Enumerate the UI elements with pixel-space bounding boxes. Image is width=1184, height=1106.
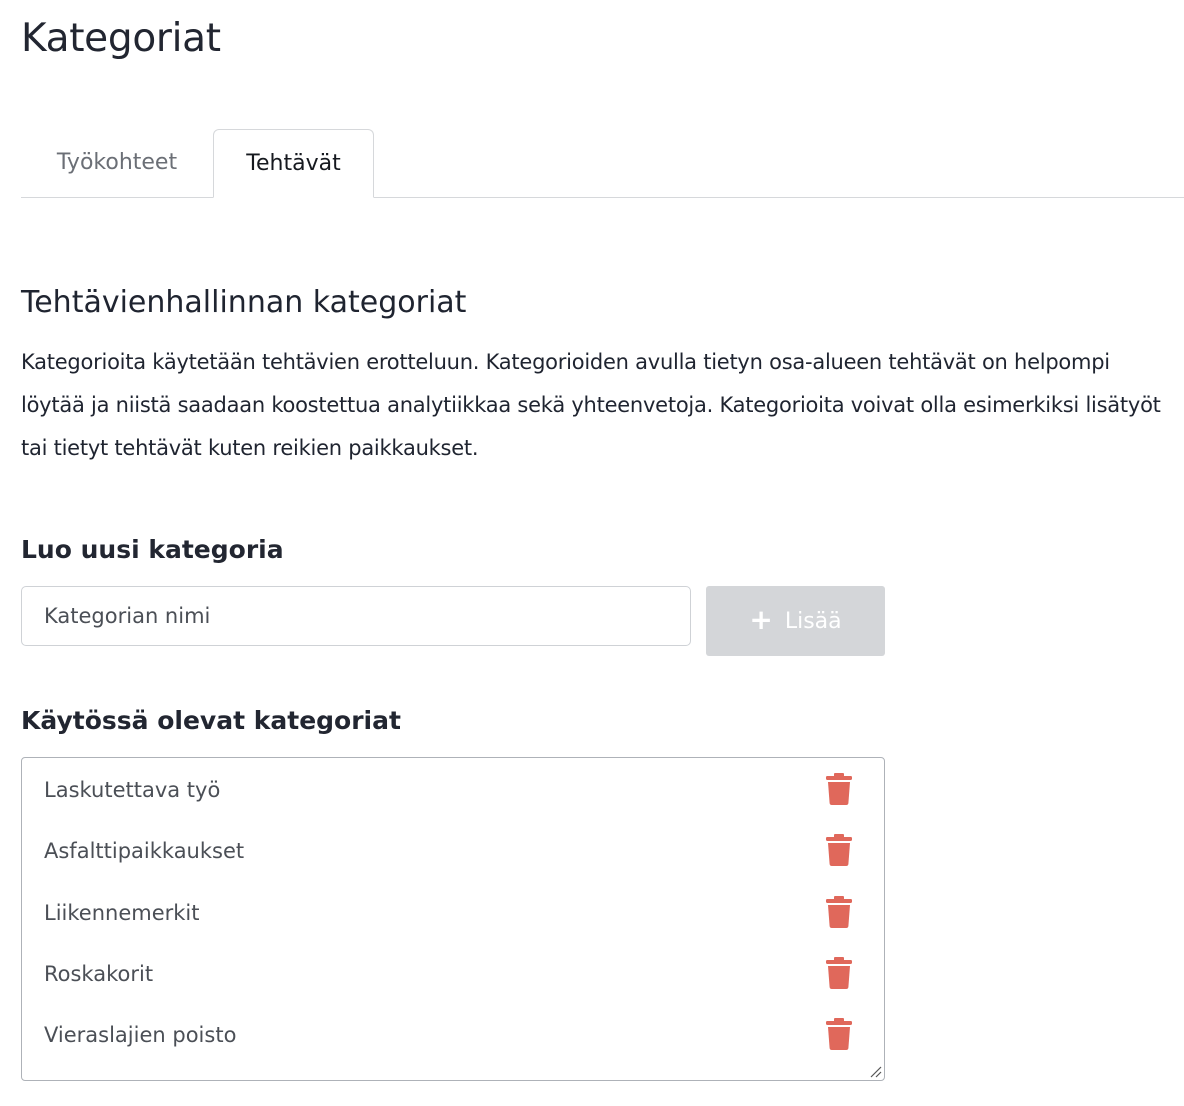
category-label: Laskutettava työ	[44, 778, 221, 802]
category-label: Roskakorit	[44, 961, 154, 986]
add-category-button[interactable]: + Lisää	[706, 586, 885, 656]
category-label: Liikennemerkit	[44, 900, 200, 925]
resize-handle-icon[interactable]	[868, 1064, 882, 1078]
section-title: Tehtävienhallinnan kategoriat	[21, 285, 467, 320]
category-label: Vieraslajien poisto	[44, 1023, 237, 1048]
category-list-item: Roskakorit	[22, 942, 884, 1003]
tab-tyokohteet[interactable]: Työkohteet	[21, 129, 213, 197]
category-name-input[interactable]	[21, 586, 691, 646]
category-list-item: Laskutettava työ	[22, 758, 884, 819]
trash-icon[interactable]	[824, 1018, 854, 1051]
category-label: Asfalttipaikkaukset	[44, 839, 245, 864]
page-title: Kategoriat	[21, 16, 221, 61]
add-button-label: Lisää	[784, 608, 842, 634]
tab-bar: Työkohteet Tehtävät	[21, 129, 1184, 198]
category-list-item: Vieraslajien poisto	[22, 1003, 884, 1064]
plus-icon: +	[749, 603, 773, 636]
section-description: Kategorioita käytetään tehtävien erottel…	[21, 350, 1161, 460]
trash-icon[interactable]	[824, 956, 854, 989]
create-category-heading: Luo uusi kategoria	[21, 535, 284, 564]
trash-icon[interactable]	[824, 834, 854, 867]
category-list[interactable]: Laskutettava työ Asfalttipaikkaukset Liike…	[21, 757, 885, 1081]
category-list-item: Liikennemerkit	[22, 881, 884, 942]
tab-tehtavat[interactable]: Tehtävät	[213, 129, 374, 198]
trash-icon[interactable]	[824, 895, 854, 928]
category-list-item: Asfalttipaikkaukset	[22, 819, 884, 880]
existing-categories-heading: Käytössä olevat kategoriat	[21, 706, 401, 735]
trash-icon[interactable]	[824, 773, 854, 805]
